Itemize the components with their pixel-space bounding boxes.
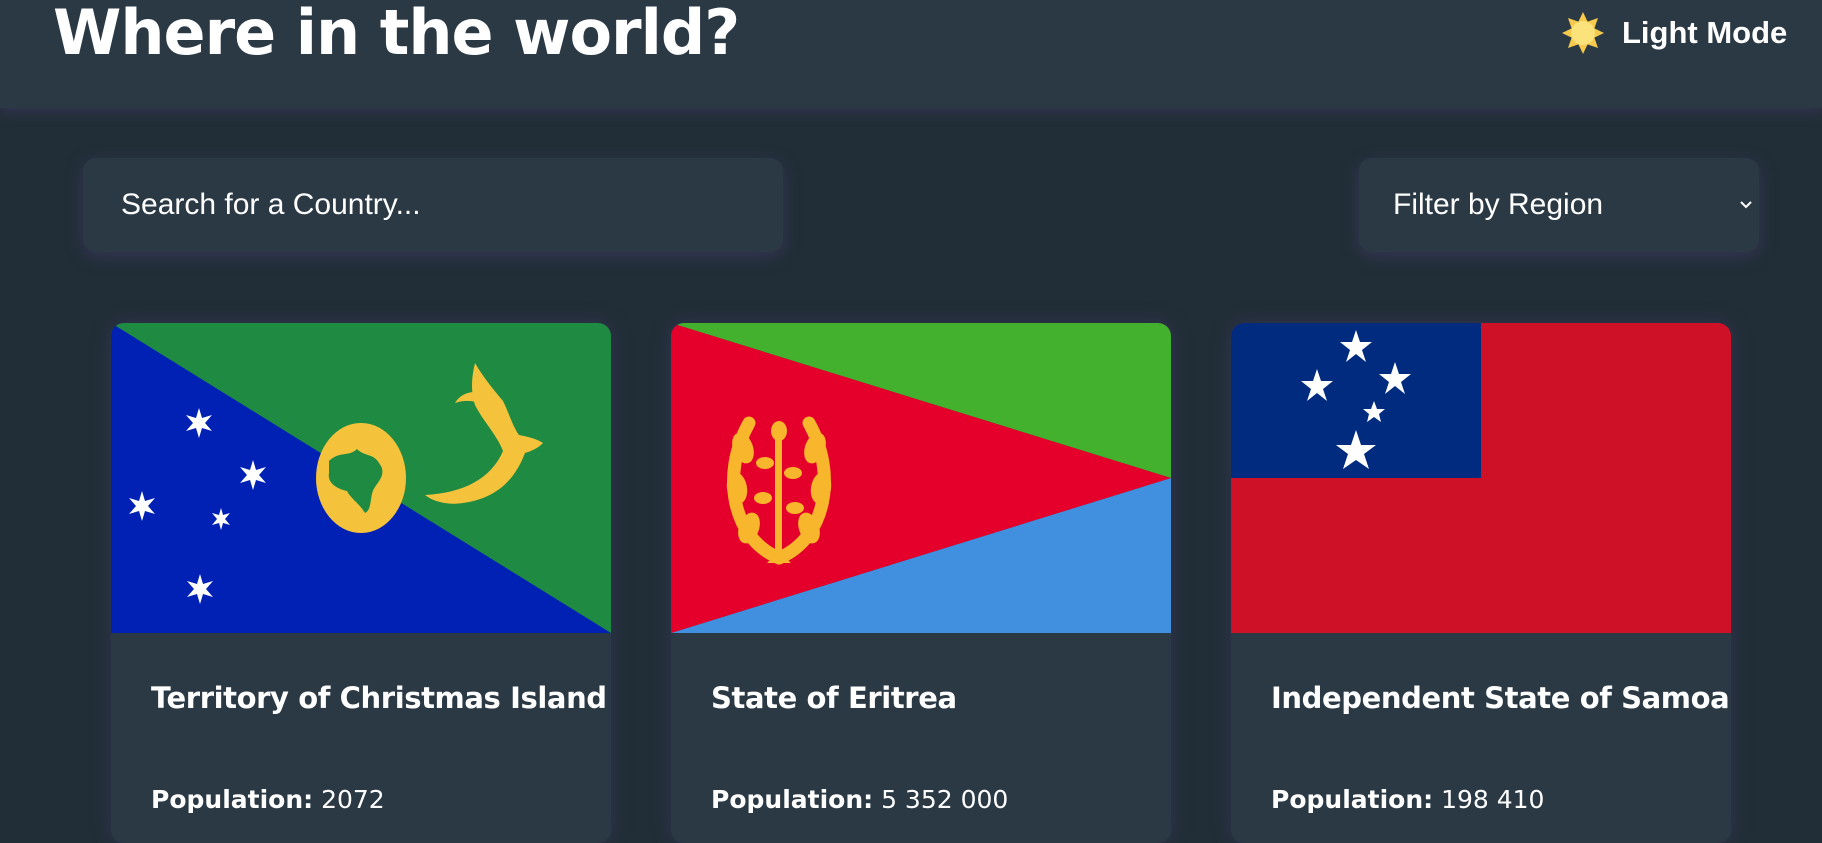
region-filter-select[interactable]: Filter by Region xyxy=(1359,158,1759,252)
country-name: Territory of Christmas Island xyxy=(151,681,607,715)
sun-icon xyxy=(1562,12,1604,54)
country-card[interactable]: State of Eritrea Population: 5 352 000 xyxy=(671,323,1171,843)
chevron-down-icon xyxy=(1740,201,1752,209)
population-value: 2072 xyxy=(321,785,385,814)
population-label: Population: xyxy=(151,785,314,814)
country-name: State of Eritrea xyxy=(711,681,957,715)
samoa-flag xyxy=(1231,323,1731,633)
country-card[interactable]: Territory of Christmas Island Population… xyxy=(111,323,611,843)
population-label: Population: xyxy=(711,785,874,814)
population-stat: Population: 5 352 000 xyxy=(711,785,1008,814)
country-name: Independent State of Samoa xyxy=(1271,681,1730,715)
site-header: Where in the world? Light Mode xyxy=(0,0,1822,108)
search-box xyxy=(83,158,783,252)
population-label: Population: xyxy=(1271,785,1434,814)
page-title: Where in the world? xyxy=(53,0,740,69)
region-filter-label: Filter by Region xyxy=(1393,188,1604,221)
population-value: 198 410 xyxy=(1441,785,1545,814)
country-card[interactable]: Independent State of Samoa Population: 1… xyxy=(1231,323,1731,843)
theme-toggle-button[interactable]: Light Mode xyxy=(1556,6,1787,60)
population-stat: Population: 198 410 xyxy=(1271,785,1544,814)
search-input[interactable] xyxy=(83,158,783,252)
population-stat: Population: 2072 xyxy=(151,785,385,814)
population-value: 5 352 000 xyxy=(881,785,1009,814)
christmas-island-flag xyxy=(111,323,611,633)
theme-toggle-label: Light Mode xyxy=(1622,15,1788,50)
eritrea-flag xyxy=(671,323,1171,633)
